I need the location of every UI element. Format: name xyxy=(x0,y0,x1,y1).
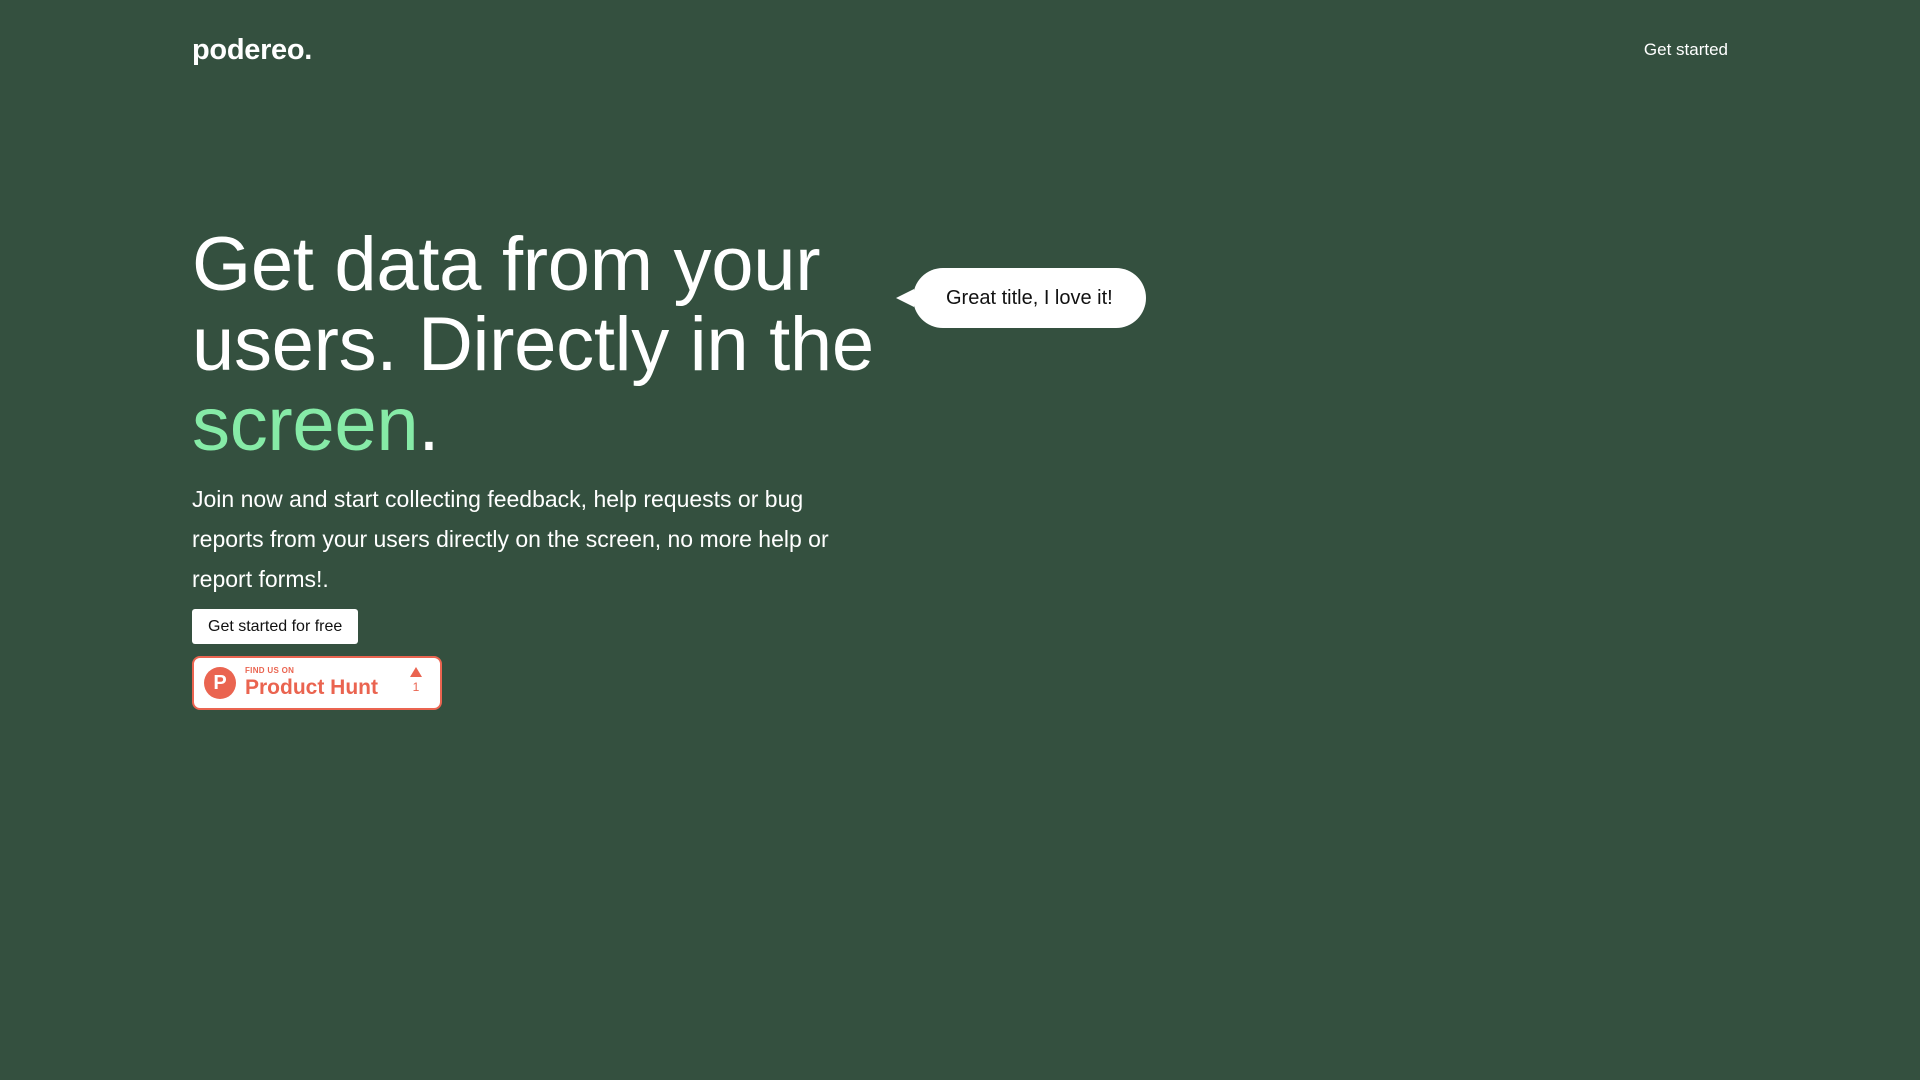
product-hunt-logo-icon: P xyxy=(204,667,236,699)
nav-get-started-link[interactable]: Get started xyxy=(1644,34,1728,66)
headline-end-text: . xyxy=(418,382,440,467)
headline-accent-text: screen xyxy=(192,382,419,467)
logo[interactable]: podereo. xyxy=(192,34,312,67)
headline-main-text: Get data from your users. Directly in th… xyxy=(192,222,874,387)
hero-section: Get data from your users. Directly in th… xyxy=(192,225,892,710)
product-hunt-big-label: Product Hunt xyxy=(245,676,378,699)
upvote-count: 1 xyxy=(412,680,420,694)
speech-bubble: Great title, I love it! xyxy=(913,268,1146,328)
site-header: podereo. Get started xyxy=(192,28,1728,72)
get-started-free-button[interactable]: Get started for free xyxy=(192,609,359,644)
product-hunt-upvote: 1 xyxy=(410,667,422,694)
speech-bubble-tail xyxy=(896,289,914,307)
hero-subtext: Join now and start collecting feedback, … xyxy=(192,486,829,592)
product-hunt-text: FIND US ON Product Hunt xyxy=(245,666,378,700)
hero-headline: Get data from your users. Directly in th… xyxy=(192,225,892,465)
product-hunt-small-label: FIND US ON xyxy=(245,666,295,675)
product-hunt-badge[interactable]: P FIND US ON Product Hunt 1 xyxy=(192,656,442,710)
upvote-arrow-icon xyxy=(410,667,422,677)
